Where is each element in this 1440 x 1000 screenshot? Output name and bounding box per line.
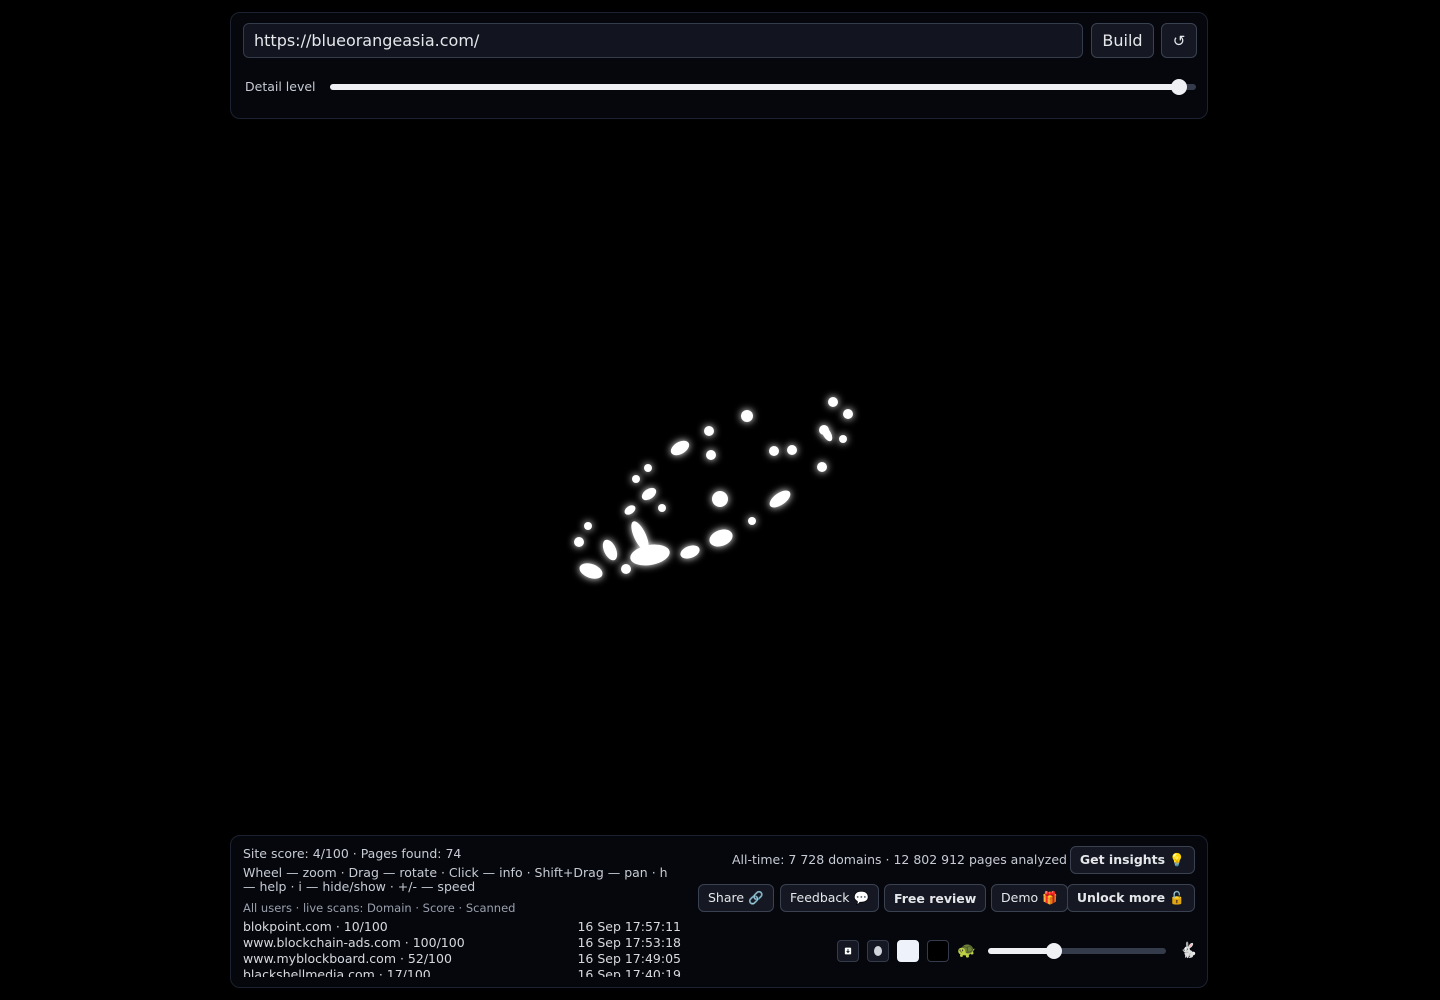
scan-row[interactable]: www.blockchain-ads.com · 100/100 16 Sep 1… bbox=[243, 935, 681, 951]
url-input[interactable] bbox=[243, 23, 1083, 58]
graph-node[interactable] bbox=[658, 504, 666, 512]
scan-time: 16 Sep 17:57:11 bbox=[577, 919, 681, 934]
top-panel: Build ↺ Detail level bbox=[230, 12, 1208, 119]
graph-node[interactable] bbox=[668, 438, 691, 458]
demo-button[interactable]: Demo 🎁 bbox=[991, 884, 1068, 912]
help-text: Wheel — zoom · Drag — rotate · Click — i… bbox=[243, 865, 668, 894]
graph-node[interactable] bbox=[767, 487, 794, 511]
graph-node[interactable] bbox=[839, 435, 847, 443]
detail-slider-thumb[interactable] bbox=[1170, 79, 1187, 95]
site-stats: Site score: 4/100 · Pages found: 74 bbox=[243, 846, 462, 861]
graph-node[interactable] bbox=[632, 475, 640, 483]
rabbit-icon: 🐇 bbox=[1179, 941, 1198, 959]
bottom-panel: Site score: 4/100 · Pages found: 74 Whee… bbox=[230, 835, 1208, 988]
graph-nodes[interactable] bbox=[574, 397, 853, 582]
graph-node[interactable] bbox=[640, 485, 659, 502]
graph-node[interactable] bbox=[584, 522, 592, 530]
speed-slider-fill bbox=[988, 948, 1054, 954]
graph-node[interactable] bbox=[769, 446, 779, 456]
graph-node[interactable] bbox=[843, 409, 853, 419]
dot-icon bbox=[874, 946, 882, 956]
site-graph-canvas[interactable] bbox=[230, 130, 1208, 830]
graph-node[interactable] bbox=[828, 397, 838, 407]
scan-domain: www.blockchain-ads.com · 100/100 bbox=[243, 935, 465, 950]
graph-node[interactable] bbox=[629, 542, 672, 569]
graph-node[interactable] bbox=[741, 410, 753, 422]
turtle-icon: 🐢 bbox=[957, 941, 976, 959]
speed-slider-track bbox=[988, 948, 1166, 954]
scan-domain: www.myblockboard.com · 52/100 bbox=[243, 951, 452, 966]
share-button[interactable]: Share 🔗 bbox=[698, 884, 774, 912]
alltime-stats: All-time: 7 728 domains · 12 802 912 pag… bbox=[732, 852, 1067, 867]
graph-node[interactable] bbox=[712, 491, 728, 507]
light-theme-button[interactable] bbox=[897, 940, 919, 962]
graph-node[interactable] bbox=[623, 503, 637, 516]
scan-domain: blackshellmedia.com · 17/100 bbox=[243, 967, 431, 977]
graph-node[interactable] bbox=[706, 450, 716, 460]
scan-time: 16 Sep 17:53:18 bbox=[577, 935, 681, 950]
unlock-more-button[interactable]: Unlock more 🔓 bbox=[1066, 884, 1195, 912]
speed-slider[interactable] bbox=[988, 943, 1166, 959]
download-button[interactable] bbox=[837, 940, 859, 962]
live-scans-list[interactable]: blokpoint.com · 10/100 16 Sep 17:57:11 ww… bbox=[243, 919, 681, 977]
graph-node[interactable] bbox=[679, 543, 702, 561]
graph-node[interactable] bbox=[577, 560, 604, 581]
scan-row[interactable]: blackshellmedia.com · 17/100 16 Sep 17:40… bbox=[243, 967, 681, 977]
live-scans-header: All users · live scans: Domain · Score ·… bbox=[243, 901, 516, 915]
graph-node[interactable] bbox=[621, 564, 631, 574]
speed-slider-thumb[interactable] bbox=[1045, 943, 1062, 959]
graph-node[interactable] bbox=[644, 464, 652, 472]
dark-theme-button[interactable] bbox=[927, 940, 949, 962]
reset-button[interactable]: ↺ bbox=[1161, 23, 1197, 58]
graph-node[interactable] bbox=[600, 537, 620, 562]
detail-slider-track bbox=[330, 84, 1196, 90]
detail-slider-fill bbox=[330, 84, 1179, 90]
feedback-button[interactable]: Feedback 💬 bbox=[780, 884, 880, 912]
scan-time: 16 Sep 17:40:19 bbox=[577, 967, 681, 977]
scan-time: 16 Sep 17:49:05 bbox=[577, 951, 681, 966]
get-insights-button[interactable]: Get insights 💡 bbox=[1069, 846, 1195, 874]
graph-node[interactable] bbox=[748, 517, 756, 525]
detail-level-slider[interactable] bbox=[330, 79, 1196, 95]
reset-icon: ↺ bbox=[1172, 31, 1186, 50]
build-button[interactable]: Build bbox=[1091, 23, 1154, 58]
graph-node[interactable] bbox=[787, 445, 797, 455]
scan-row[interactable]: blokpoint.com · 10/100 16 Sep 17:57:11 bbox=[243, 919, 681, 935]
free-review-button[interactable]: Free review bbox=[884, 884, 987, 912]
download-icon bbox=[844, 947, 852, 955]
graph-node[interactable] bbox=[817, 462, 827, 472]
node-style-button[interactable] bbox=[867, 940, 889, 962]
graph-node[interactable] bbox=[707, 526, 735, 549]
graph-node[interactable] bbox=[574, 537, 584, 547]
graph-node[interactable] bbox=[704, 426, 714, 436]
scan-row[interactable]: www.myblockboard.com · 52/100 16 Sep 17:4… bbox=[243, 951, 681, 967]
detail-level-label: Detail level bbox=[245, 79, 316, 94]
scan-domain: blokpoint.com · 10/100 bbox=[243, 919, 388, 934]
